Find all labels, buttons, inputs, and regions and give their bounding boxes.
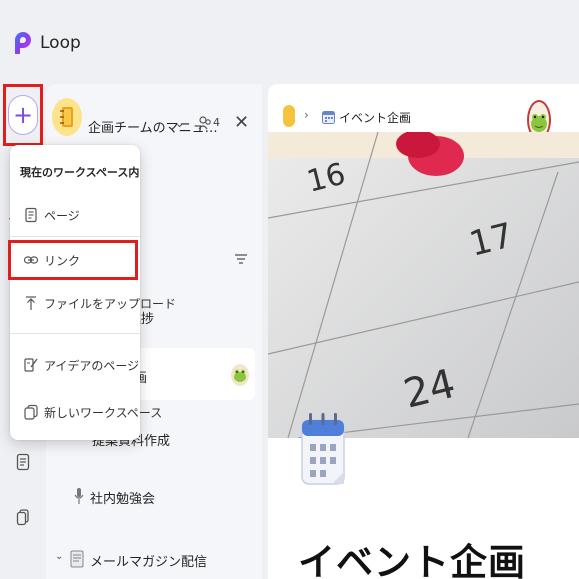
filter-icon[interactable] <box>234 252 248 266</box>
microphone-icon <box>74 488 84 504</box>
notebook-icon <box>60 107 73 127</box>
upload-icon <box>26 296 36 310</box>
app-title: Loop <box>40 33 81 53</box>
workspaces-icon[interactable] <box>16 508 30 526</box>
page-icon <box>25 207 37 223</box>
close-icon[interactable]: ✕ <box>234 112 249 133</box>
menu-item-upload[interactable]: ファイルをアップロード <box>10 283 176 323</box>
menu-divider <box>10 333 140 334</box>
chevron-down-icon[interactable]: ⌄ <box>175 117 184 130</box>
menu-item-label: アイデアのページ <box>44 359 140 373</box>
workspace-avatar <box>52 98 82 136</box>
menu-heading: 現在のワークスペース内 <box>20 166 140 179</box>
menu-item-label: 新しいワークスペース <box>44 406 163 420</box>
page-title[interactable]: イベント企画 <box>298 532 526 579</box>
breadcrumb-separator-icon: › <box>304 108 309 122</box>
tree-item-label[interactable]: 社内勉強会 <box>90 488 155 507</box>
breadcrumb-workspace-icon[interactable] <box>283 105 295 127</box>
loop-logo-icon <box>15 32 31 54</box>
calendar-icon <box>322 111 335 124</box>
highlight-box-new-button <box>3 84 43 146</box>
menu-item-new-workspace[interactable]: 新しいワークスペース <box>10 392 162 432</box>
menu-item-idea-page[interactable]: アイデアのページ <box>10 345 140 385</box>
menu-item-label: ページ <box>44 209 80 223</box>
chevron-down-icon[interactable]: ⌄ <box>55 551 63 562</box>
idea-pen-icon <box>24 358 38 372</box>
menu-item-label: ファイルをアップロード <box>44 297 177 311</box>
cover-image[interactable]: 16 17 24 <box>268 132 579 438</box>
calendar-page-icon[interactable] <box>300 410 346 486</box>
members-button[interactable]: 4 <box>198 115 224 135</box>
notes-icon[interactable] <box>16 453 30 471</box>
tree-item-label[interactable]: メールマガジン配信 <box>90 551 207 570</box>
calendar-photo: 16 17 24 <box>268 132 579 438</box>
members-icon <box>198 116 211 130</box>
member-count: 4 <box>213 116 220 129</box>
frog-avatar-small <box>231 364 249 386</box>
newsletter-icon <box>70 550 84 568</box>
highlight-box-link <box>8 240 138 280</box>
chevron-down-icon[interactable]: ⌄ <box>398 110 406 121</box>
menu-divider <box>10 236 140 237</box>
menu-item-page[interactable]: ページ <box>10 195 140 235</box>
title-bar: Loop <box>0 0 579 84</box>
workspace-icon <box>24 404 38 420</box>
